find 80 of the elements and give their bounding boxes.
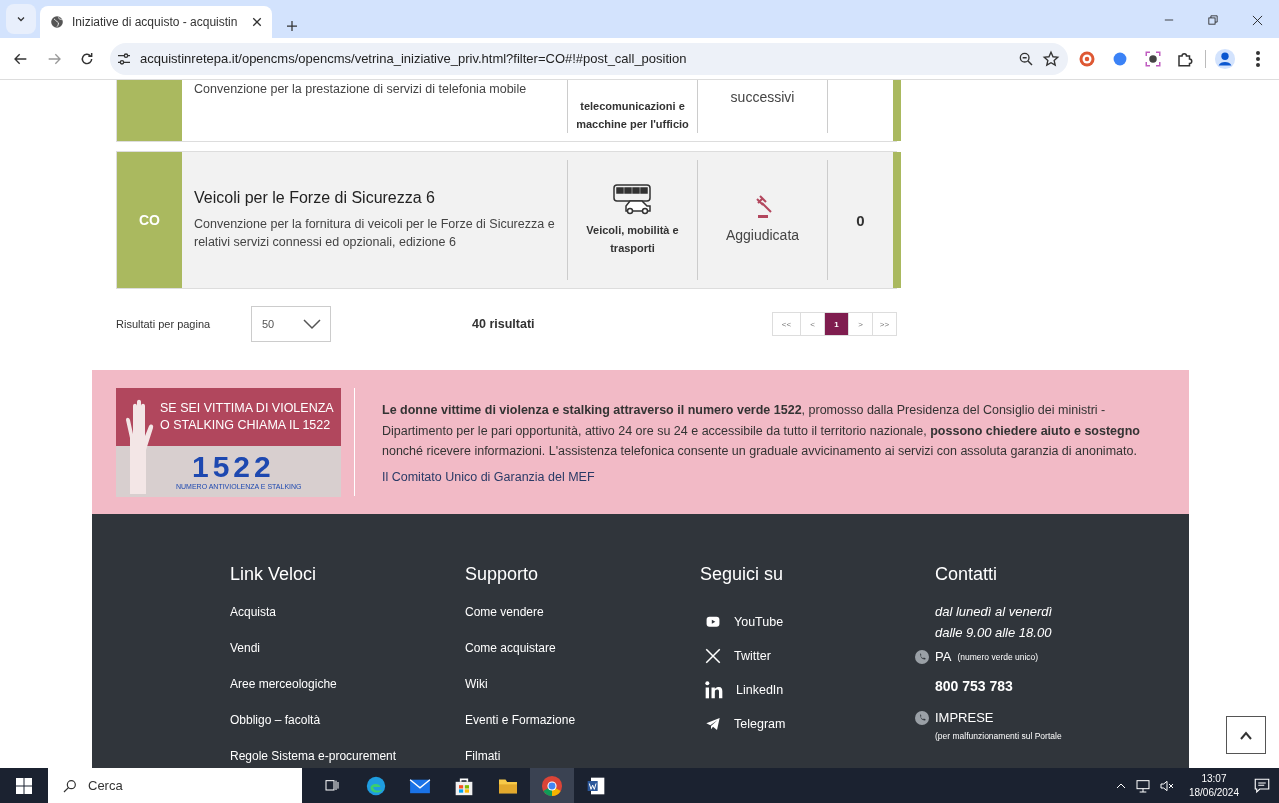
opening-hours: dal lunedì al venerdì (935, 603, 1054, 621)
task-view-icon (324, 777, 340, 794)
windows-icon (16, 777, 32, 794)
clock[interactable]: 13:07 18/06/2024 (1188, 771, 1239, 800)
banner-text: Le donne vittime di violenza e stalking attraverso il numero verde 1522, promosso dalla Presidenza del Consiglio dei ministri - Dipartimento per le pari opportunità, attivo 24 ore su 24 e accessibile da tutto il territorio nazionale, possono chiedere aiuto e sostegno nonché ricevere informazioni. L'assistenza telefonica consente un graduale avvicinamento ai servizi con assoluta garanzia di anonimato. (382, 402, 1141, 461)
banner-signature: Il Comitato Unico di Garanzia del MEF (382, 469, 596, 484)
footer-link[interactable]: Come vendere (465, 605, 700, 641)
browser-tab[interactable]: Iniziative di acquisto - acquistin (40, 6, 272, 38)
initiative-title[interactable]: Veicoli per le Forze di Sicurezza 6 (194, 189, 555, 207)
contact-label: PA (935, 649, 952, 664)
globe-icon (50, 15, 64, 29)
edge-logo-icon (365, 774, 387, 797)
notification-icon[interactable] (1253, 776, 1271, 795)
restore-icon (1208, 15, 1218, 25)
footer-link[interactable]: Come acquistare (465, 641, 700, 677)
duck-icon (1078, 49, 1097, 68)
count-value: 0 (856, 211, 865, 229)
caret-up-icon (1239, 730, 1253, 740)
lens-icon (1143, 49, 1162, 68)
network-icon[interactable] (1134, 777, 1151, 794)
document-icon (586, 775, 606, 796)
star-icon[interactable] (1042, 49, 1060, 68)
paper-plane-icon[interactable] (704, 716, 722, 732)
phone-icon (915, 649, 929, 664)
circle-icon (1113, 51, 1127, 66)
footer-link[interactable]: Wiki (465, 677, 700, 713)
chrome-logo-icon (541, 774, 563, 797)
social-link[interactable]: LinkedIn (736, 683, 784, 697)
poster-number: 1522 (192, 451, 276, 482)
x-logo-icon[interactable] (704, 647, 722, 665)
initiative-description: Convenzione per la prestazione di servizi di telefonia mobile (194, 81, 528, 98)
zoom-out-icon[interactable] (1018, 50, 1034, 67)
taskbar-search-field[interactable]: Cerca (48, 768, 302, 803)
more-vertical-icon (1255, 50, 1260, 67)
status-label: successivi (730, 88, 795, 107)
search-icon (62, 777, 78, 794)
footer-heading: Contatti (935, 564, 999, 585)
footer-link[interactable]: Obbligo – facoltà (230, 713, 465, 749)
opening-hours: dalle 9.00 alle 18.00 (935, 624, 1053, 642)
bus-and-car-icon (611, 183, 654, 215)
footer-heading: Seguici su (700, 564, 785, 585)
folder-icon (497, 776, 519, 795)
footer-link[interactable]: Aree merceologiche (230, 677, 465, 713)
back-to-top-button[interactable] (1226, 716, 1266, 754)
social-link[interactable]: Twitter (734, 649, 771, 663)
phone-icon (915, 710, 929, 725)
status-label: Aggiudicata (725, 226, 800, 245)
footer-link[interactable]: Acquista (230, 605, 465, 641)
contact-note: (per malfunzionamenti sul Portale (935, 731, 1063, 741)
close-icon[interactable] (252, 17, 262, 27)
results-count: 40 risultati (472, 317, 535, 331)
plus-icon (286, 20, 298, 32)
youtube-icon[interactable] (704, 615, 722, 629)
site-settings-icon[interactable] (116, 50, 132, 67)
footer-link[interactable]: Eventi e Formazione (465, 713, 700, 749)
phone-number[interactable]: 800 753 783 (935, 678, 1170, 694)
envelope-icon (409, 776, 431, 795)
category-label: Veicoli, mobilità e trasporti (585, 223, 680, 256)
footer-heading: Link Veloci (230, 564, 318, 585)
contact-note: (numero verde unico) (957, 651, 1039, 662)
type-band (117, 80, 182, 141)
social-link[interactable]: YouTube (734, 615, 784, 629)
social-link[interactable]: Telegram (734, 717, 786, 731)
footer-link[interactable]: Filmati (465, 749, 700, 768)
poster-headline: SE SEI VITTIMA DI VIOLENZA (160, 399, 335, 417)
footer-link[interactable]: Regole Sistema e-procurement (230, 749, 465, 768)
page-button[interactable]: 1 (824, 313, 848, 335)
type-band: CO (117, 152, 182, 288)
footer-link[interactable]: Vendi (230, 641, 465, 677)
contact-label: IMPRESE (935, 710, 994, 725)
category-label: telecomunicazioni e macchine per l'ufficio (575, 99, 690, 132)
avatar-icon (1213, 47, 1236, 70)
footer-heading: Supporto (465, 564, 540, 585)
poster-headline: O STALKING CHIAMA IL 1522 (160, 416, 332, 434)
address-bar[interactable]: acquistinretepa.it/opencms/opencms/vetrina_iniziative_priv.html?filter=CO#!#post_call_position (110, 42, 1068, 75)
close-icon (1251, 14, 1263, 26)
per-page-select[interactable]: 50 (251, 306, 331, 342)
per-page-label: Risultati per pagina (116, 318, 212, 330)
initiative-description: Convenzione per la fornitura di veicoli per le Forze di Sicurezza e relativi servizi connessi ed opzionali, edizione 6 (194, 216, 555, 251)
linkedin-icon[interactable] (704, 680, 724, 700)
